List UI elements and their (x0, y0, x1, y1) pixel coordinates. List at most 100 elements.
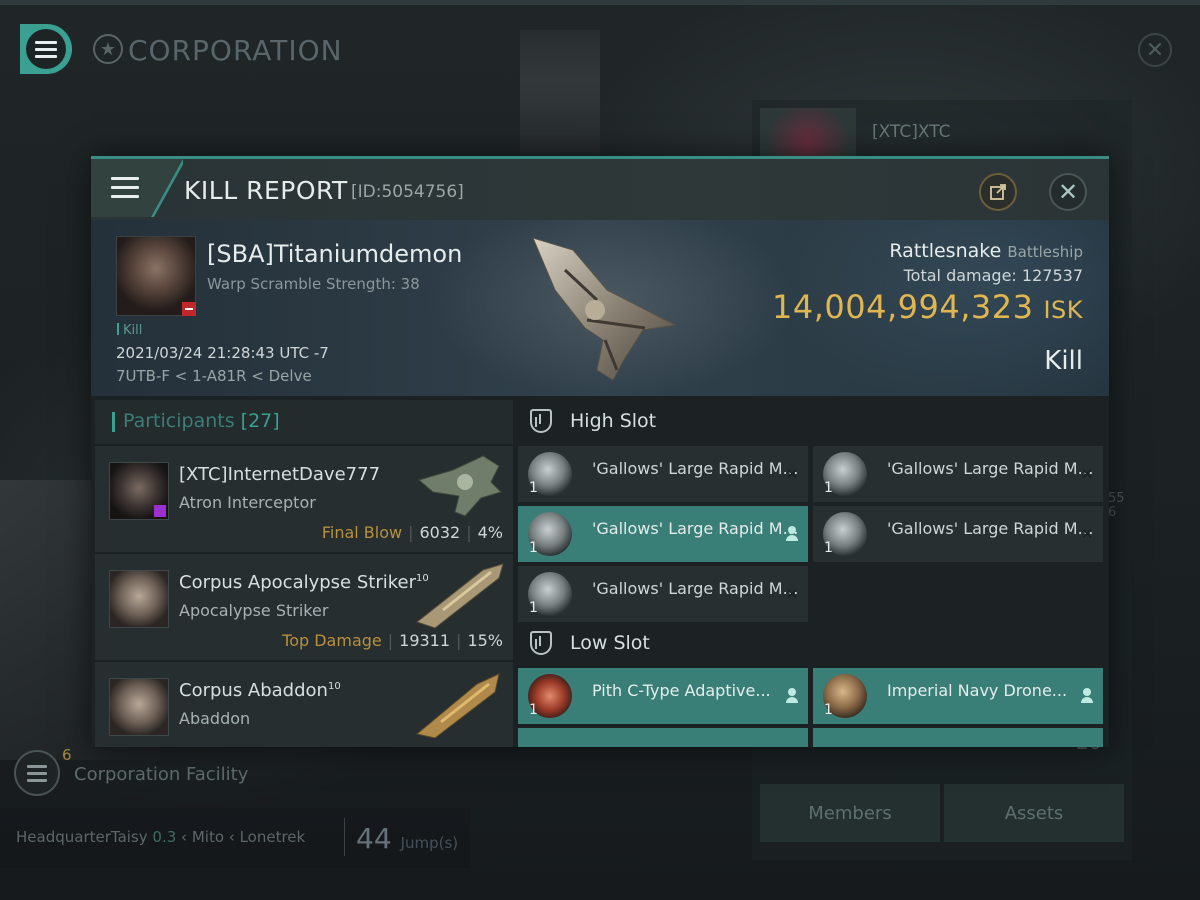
victim-name[interactable]: [SBA]Titaniumdemon (207, 240, 462, 268)
module-name: Pith C-Type Adaptive... (592, 681, 771, 700)
participant-name: Corpus Abaddon10 (179, 680, 341, 701)
region-name: Lonetrek (239, 828, 306, 846)
participant-name-text: Corpus Apocalypse Striker (179, 572, 416, 593)
facility-label: Corporation Facility (74, 764, 249, 785)
victim-banner: [SBA]Titaniumdemon Warp Scramble Strengt… (91, 220, 1109, 396)
module-item[interactable]: 1 'Gallows' Large Rapid Missil... ✕ (813, 506, 1103, 562)
participant-ship-image (415, 563, 504, 629)
station-structure (520, 30, 600, 160)
separator: | (387, 631, 394, 650)
total-damage-label: Total damage: (903, 266, 1017, 285)
menu-icon (27, 764, 47, 782)
participant-name: Corpus Apocalypse Striker10 (179, 572, 429, 593)
kill-date: 2021/03/24 21:28:43 UTC -7 (116, 344, 329, 362)
facility-menu-button[interactable] (14, 750, 60, 796)
standing-badge (182, 302, 196, 316)
headquarter-location[interactable]: HeadquarterTaisy 0.3 ‹ Mito ‹ Lonetrek (16, 828, 305, 846)
participant-level: 10 (327, 681, 341, 692)
corp-menu-button[interactable] (20, 24, 72, 74)
participants-header: Participants [27] (95, 400, 513, 444)
participant-role: Top Damage (282, 631, 382, 650)
module-quantity: 1 (824, 480, 833, 496)
high-slot-header: High Slot (518, 400, 1109, 444)
participant-name: [XTC]InternetDave777 (179, 464, 381, 485)
kill-report-dialog: KILL REPORT [ID:5054756] ✕ [SBA]Titanium… (91, 156, 1109, 747)
module-item[interactable]: 1 'Gallows' Large Rapid Missil... (518, 506, 808, 562)
side-number: 55 (1108, 491, 1125, 506)
jump-unit: Jump(s) (400, 834, 459, 852)
module-item-partial[interactable] (813, 728, 1103, 747)
kill-location[interactable]: 7UTB-F < 1-A81R < Delve (116, 367, 312, 385)
corp-close-button[interactable]: ✕ (1138, 33, 1172, 67)
participants-label: Participants (123, 410, 235, 432)
external-link-icon (990, 184, 1006, 200)
dialog-title: KILL REPORT (184, 176, 348, 205)
module-name: 'Gallows' Large Rapid Missil... (592, 519, 802, 538)
close-icon: ✕ (1057, 178, 1079, 206)
dialog-header: KILL REPORT [ID:5054756] ✕ (91, 159, 1109, 220)
low-slot-icon (530, 631, 552, 655)
destroyed-icon: ✕ (785, 465, 799, 483)
module-name: 'Gallows' Large Rapid Missil... (592, 579, 802, 598)
victim-portrait[interactable] (116, 236, 196, 316)
module-item[interactable]: 1 'Gallows' Large Rapid Missil... ✕ (518, 446, 808, 502)
assets-button[interactable]: Assets (944, 784, 1124, 842)
corp-tag-icon (154, 505, 166, 517)
kill-tag: Kill (117, 323, 142, 338)
module-item-partial[interactable] (518, 728, 808, 747)
header-accent-bar (112, 412, 115, 432)
module-item[interactable]: 1 'Gallows' Large Rapid Missil... ✕ (518, 566, 808, 622)
low-slot-header: Low Slot (518, 622, 1109, 666)
module-item[interactable]: 1 'Gallows' Large Rapid Missil... ✕ (813, 446, 1103, 502)
module-name: 'Gallows' Large Rapid Missil... (592, 459, 802, 478)
module-item[interactable]: 1 Pith C-Type Adaptive... (518, 668, 808, 724)
facility-count: 6 (62, 746, 72, 764)
kill-result: Kill (1044, 346, 1083, 376)
kill-tag-label: Kill (123, 323, 143, 338)
isk-value: 14,004,994,323 ISK (772, 288, 1083, 326)
module-name: 'Gallows' Large Rapid Missil... (887, 519, 1097, 538)
dropped-person-icon (1079, 688, 1095, 704)
participant-percent: 15% (467, 631, 503, 650)
participant-stats: Final Blow | 6032 | 4% (322, 523, 503, 542)
corp-logo (760, 108, 856, 158)
side-number: 6 (1108, 505, 1117, 520)
module-quantity: 1 (529, 480, 538, 496)
participants-count: [27] (240, 410, 280, 432)
participant-row[interactable]: Corpus Apocalypse Striker10 Apocalypse S… (95, 554, 513, 662)
kill-id: [ID:5054756] (351, 182, 464, 202)
low-slot-label: Low Slot (570, 632, 650, 654)
module-quantity: 1 (529, 540, 538, 556)
victim-ship-name[interactable]: Rattlesnake Battleship (889, 240, 1083, 262)
jump-count: 44 Jump(s) (356, 822, 458, 855)
close-button[interactable]: ✕ (1049, 173, 1087, 211)
participant-ship: Atron Interceptor (179, 493, 316, 512)
module-item[interactable]: 1 Imperial Navy Drone... (813, 668, 1103, 724)
participant-damage: 19311 (399, 631, 451, 650)
destroyed-icon: ✕ (1080, 465, 1094, 483)
page-title: CORPORATION (128, 34, 343, 67)
victim-ship-image[interactable] (525, 230, 685, 390)
separator: | (408, 523, 414, 542)
share-button[interactable] (979, 173, 1017, 211)
participant-ship: Abaddon (179, 709, 251, 728)
dropped-person-icon (784, 526, 800, 542)
divider (344, 818, 345, 856)
participant-name-text: Corpus Abaddon (179, 680, 328, 701)
module-name: Imperial Navy Drone... (887, 681, 1068, 700)
participant-portrait (109, 678, 169, 736)
participants-list[interactable]: [XTC]InternetDave777 Atron Interceptor F… (95, 446, 513, 747)
high-slot-icon (530, 409, 552, 433)
chevron-left-icon: ‹ (181, 828, 188, 846)
participant-ship: Apocalypse Striker (179, 601, 329, 620)
participant-row[interactable]: [XTC]InternetDave777 Atron Interceptor F… (95, 446, 513, 554)
participant-ship-image (417, 455, 502, 517)
members-button[interactable]: Members (760, 784, 940, 842)
isk-unit: ISK (1043, 296, 1083, 324)
participant-ship-image (415, 673, 500, 738)
participant-role: Final Blow (321, 523, 403, 542)
side-numbers: 55 6 (1108, 492, 1125, 520)
chevron-left-icon: ‹ (228, 828, 235, 846)
participant-damage: 6032 (419, 523, 461, 542)
participant-row[interactable]: Corpus Abaddon10 Abaddon (95, 662, 513, 747)
